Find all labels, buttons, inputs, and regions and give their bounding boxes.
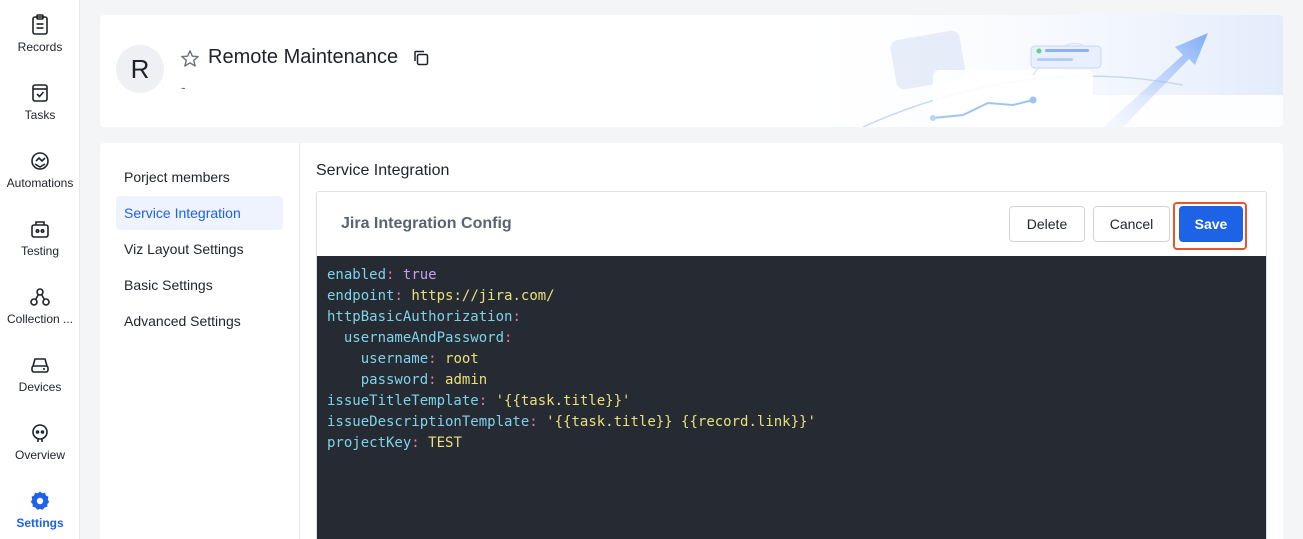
code-key: httpBasicAuthorization	[327, 309, 513, 325]
overview-icon	[29, 422, 51, 444]
code-line: projectKey: TEST	[327, 433, 1266, 454]
task-check-icon	[29, 82, 51, 104]
code-value: https://jira.com/	[411, 288, 555, 304]
code-value: true	[402, 267, 437, 283]
code-line: endpoint: https://jira.com/	[327, 286, 1266, 307]
rail-item-label: Overview	[14, 448, 65, 462]
settings-sidenav: Porject members Service Integration Viz …	[100, 143, 300, 539]
nav-item-basic-settings[interactable]: Basic Settings	[116, 268, 283, 302]
jira-config-card: Jira Integration Config Delete Cancel Sa…	[316, 191, 1267, 539]
code-line: issueDescriptionTemplate: '{{task.title}…	[327, 412, 1266, 433]
config-header: Jira Integration Config Delete Cancel Sa…	[317, 192, 1266, 256]
rail-item-label: Records	[17, 40, 63, 54]
rail-item-settings[interactable]: Settings	[0, 476, 80, 539]
code-line: username: root	[327, 349, 1266, 370]
config-title: Jira Integration Config	[341, 215, 512, 232]
section-title: Service Integration	[316, 162, 450, 179]
project-title: Remote Maintenance	[208, 46, 399, 68]
rail-item-devices[interactable]: Devices	[0, 340, 80, 404]
device-icon	[29, 354, 51, 376]
code-colon: :	[411, 435, 420, 451]
rail-item-automations[interactable]: Automations	[0, 136, 80, 200]
star-icon[interactable]	[180, 49, 200, 69]
header-illustration	[763, 15, 1283, 127]
left-nav-rail: Records Tasks Automations Testing Collec…	[0, 0, 80, 539]
code-colon: :	[428, 372, 437, 388]
code-line: issueTitleTemplate: '{{task.title}}'	[327, 391, 1266, 412]
rail-item-overview[interactable]: Overview	[0, 408, 80, 472]
rail-item-label: Tasks	[24, 108, 56, 122]
code-colon: :	[394, 288, 403, 304]
code-value: '{{task.title}} {{record.link}}'	[546, 414, 816, 430]
clipboard-icon	[29, 14, 51, 36]
code-key: issueTitleTemplate	[327, 393, 479, 409]
code-line: usernameAndPassword:	[327, 328, 1266, 349]
code-colon: :	[386, 267, 395, 283]
rail-item-tasks[interactable]: Tasks	[0, 68, 80, 132]
cancel-button[interactable]: Cancel	[1093, 206, 1170, 242]
code-colon: :	[504, 330, 513, 346]
project-avatar: R	[116, 45, 164, 93]
code-colon: :	[512, 309, 521, 325]
code-key: issueDescriptionTemplate	[327, 414, 530, 430]
rail-item-label: Collection ...	[6, 312, 74, 326]
rail-item-label: Automations	[6, 176, 74, 190]
code-key: projectKey	[327, 435, 412, 451]
nav-item-viz-layout-settings[interactable]: Viz Layout Settings	[116, 232, 283, 266]
nav-item-project-members[interactable]: Porject members	[116, 160, 283, 194]
code-colon: :	[428, 351, 437, 367]
gear-icon	[29, 490, 51, 512]
code-colon: :	[478, 393, 488, 409]
code-key: enabled	[327, 267, 387, 283]
rail-item-collection[interactable]: Collection ...	[0, 272, 80, 336]
code-value: '{{task.title}}'	[495, 393, 631, 409]
code-colon: :	[529, 414, 538, 430]
project-header: R Remote Maintenance -	[100, 15, 1283, 127]
collection-icon	[29, 286, 51, 308]
code-value: TEST	[428, 435, 462, 451]
code-key: password	[360, 372, 429, 388]
settings-panel: Porject members Service Integration Viz …	[100, 143, 1283, 539]
yaml-code-editor[interactable]: enabled: true endpoint: https://jira.com/…	[317, 256, 1266, 539]
code-key: username	[360, 351, 429, 367]
code-line: enabled: true	[327, 265, 1266, 286]
rail-item-label: Settings	[16, 516, 64, 530]
nav-item-service-integration[interactable]: Service Integration	[116, 196, 283, 230]
code-value: root	[445, 351, 479, 367]
testing-icon	[29, 218, 51, 240]
rail-item-label: Devices	[18, 380, 62, 394]
rail-item-label: Testing	[20, 244, 60, 258]
code-value: admin	[445, 372, 488, 388]
code-line: httpBasicAuthorization:	[327, 307, 1266, 328]
rail-item-records[interactable]: Records	[0, 0, 80, 64]
nav-item-advanced-settings[interactable]: Advanced Settings	[116, 304, 283, 338]
save-button[interactable]: Save	[1179, 206, 1243, 242]
copy-icon[interactable]	[412, 49, 430, 67]
delete-button[interactable]: Delete	[1009, 206, 1085, 242]
rail-item-testing[interactable]: Testing	[0, 204, 80, 268]
code-line: password: admin	[327, 370, 1266, 391]
code-key: endpoint	[327, 288, 395, 304]
automation-icon	[29, 150, 51, 172]
project-subtitle: -	[181, 79, 186, 95]
code-key: usernameAndPassword	[343, 330, 505, 346]
